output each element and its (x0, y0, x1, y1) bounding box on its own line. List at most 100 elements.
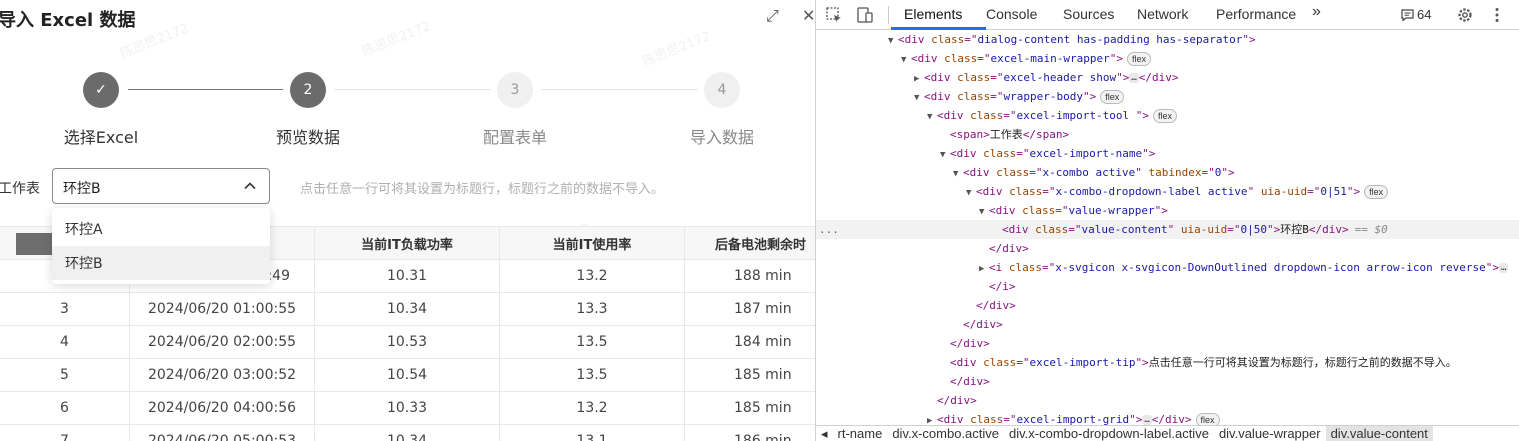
inspect-element-icon[interactable] (825, 6, 843, 24)
table-cell: 3 (0, 293, 130, 325)
table-cell: 184 min (685, 326, 815, 358)
sheet-option-b[interactable]: 环控B (52, 246, 270, 280)
gutter-ellipsis-icon[interactable]: ... (819, 220, 839, 239)
table-cell: 13.2 (500, 392, 685, 424)
step-4-badge: 4 (704, 72, 740, 108)
breadcrumb-item[interactable]: div.x-combo-dropdown-label.active (1004, 426, 1214, 441)
collapsed-children-ellipsis[interactable]: … (1129, 73, 1139, 83)
table-row[interactable]: 7 2024/06/20 05:00:53 10.34 13.1 186 min (0, 425, 815, 441)
dom-token: "> (1142, 147, 1156, 160)
dom-node[interactable]: ▶ <i class="x-svgicon x-svgicon-DownOutli… (816, 258, 1519, 277)
dom-token: "> (1485, 261, 1499, 274)
step-3-badge: 3 (497, 72, 533, 108)
kebab-menu-icon[interactable] (1488, 6, 1506, 24)
dom-node[interactable]: <span>工作表</span> (816, 125, 1519, 144)
dom-token: =" (1068, 223, 1082, 236)
dom-node[interactable]: </div> (816, 315, 1519, 334)
issues-counter[interactable]: 64 (1401, 7, 1431, 22)
dom-token: <div (950, 147, 984, 160)
dom-token: <div (924, 71, 958, 84)
dom-node[interactable]: </i> (816, 277, 1519, 296)
step-2-badge: 2 (290, 72, 326, 108)
gear-icon[interactable] (1456, 6, 1474, 24)
dom-node[interactable]: ▼ <div class="x-combo active" tabindex="0… (816, 163, 1519, 182)
flex-badge[interactable]: flex (1364, 185, 1389, 199)
sheet-select[interactable]: 环控B (52, 168, 270, 204)
dom-node[interactable]: ▼ <div class="wrapper-body"> flex (816, 87, 1519, 106)
breadcrumb-item[interactable]: div.value-content (1325, 426, 1433, 441)
dom-node[interactable]: ▶ <div class="excel-header show">… </div> (816, 68, 1519, 87)
step-2-label: 预览数据 (275, 128, 341, 147)
dom-node[interactable]: ▼ <div class="x-combo-dropdown-label acti… (816, 182, 1519, 201)
close-icon[interactable]: ✕ (802, 6, 815, 25)
dom-token: uia-uid (1180, 223, 1228, 236)
flex-badge[interactable]: flex (1100, 90, 1125, 104)
toolbar-separator (888, 6, 889, 24)
dom-token: class (1008, 261, 1042, 274)
dom-node[interactable]: ▼ <div class="excel-import-name"> (816, 144, 1519, 163)
header-cell: 后备电池剩余时 (685, 227, 815, 259)
more-tabs-button[interactable]: » (1312, 3, 1321, 21)
dom-node[interactable]: </div> (816, 372, 1519, 391)
breadcrumb-item[interactable]: div.value-wrapper (1214, 426, 1326, 441)
dom-node[interactable]: <div class="excel-import-tip">点击任意一行可将其设… (816, 353, 1519, 372)
table-row[interactable]: 3 2024/06/20 01:00:55 10.34 13.3 187 min (0, 293, 815, 326)
tab-performance[interactable]: Performance (1216, 6, 1296, 22)
dom-token: =" (1307, 185, 1321, 198)
dom-token: <i (989, 261, 1009, 274)
message-icon (1401, 8, 1414, 21)
dom-node[interactable]: ▼ <div class="value-wrapper"> (816, 201, 1519, 220)
dom-closing-tag: </div> (1138, 71, 1179, 84)
breadcrumb-item[interactable]: rt-name (833, 426, 888, 441)
tab-console[interactable]: Console (986, 6, 1037, 22)
table-cell: 10.54 (315, 359, 500, 391)
dom-node[interactable]: ▼ <div class="excel-main-wrapper"> flex (816, 49, 1519, 68)
dom-token: uia-uid (1260, 185, 1308, 198)
dom-token: <div (963, 166, 997, 179)
dom-node-selected[interactable]: <div class="value-content" uia-uid="0|50… (816, 220, 1519, 239)
dom-token: =" (1016, 356, 1030, 369)
tab-elements[interactable]: Elements (904, 6, 962, 22)
table-cell: 2024/06/20 01:00:55 (130, 293, 315, 325)
dom-token: 0|51 (1320, 185, 1347, 198)
table-row[interactable]: 6 2024/06/20 04:00:56 10.33 13.2 185 min (0, 392, 815, 425)
header-cell: 当前IT负载功率 (315, 227, 500, 259)
dom-token: " (1247, 185, 1261, 198)
device-toolbar-icon[interactable] (856, 6, 874, 24)
watermark: 陈思思2172 (640, 28, 714, 70)
import-tip: 点击任意一行可将其设置为标题行，标题行之前的数据不导入。 (300, 182, 665, 197)
dom-node[interactable]: ▼ <div class="excel-import-tool "> flex (816, 106, 1519, 125)
dom-token: =" (1003, 109, 1017, 122)
expand-icon[interactable]: ⤢ (766, 6, 779, 26)
table-row[interactable]: 5 2024/06/20 03:00:52 10.54 13.5 185 min (0, 359, 815, 392)
breadcrumb-item[interactable]: div.x-combo.active (887, 426, 1004, 441)
dom-node[interactable]: </div> (816, 296, 1519, 315)
dom-node[interactable]: </div> (816, 239, 1519, 258)
step-4-label: 导入数据 (689, 128, 755, 147)
dialog-title: 导入 Excel 数据 (0, 10, 136, 31)
table-cell: 10.34 (315, 425, 500, 441)
flex-badge[interactable]: flex (1152, 109, 1177, 123)
dom-token: "> (1135, 356, 1149, 369)
collapsed-children-ellipsis[interactable]: … (1142, 415, 1152, 425)
breadcrumb-scroll-left-icon[interactable]: ◂ (816, 426, 833, 441)
dom-token: 工作表 (989, 128, 1023, 141)
dom-token: " (1167, 223, 1181, 236)
table-row[interactable]: 4 2024/06/20 02:00:55 10.53 13.5 184 min (0, 326, 815, 359)
collapsed-children-ellipsis[interactable]: … (1498, 263, 1509, 273)
dom-node[interactable]: ▼ <div class="dialog-content has-padding … (816, 30, 1519, 49)
dom-token: =" (1201, 166, 1215, 179)
table-cell: 10.53 (315, 326, 500, 358)
dom-node[interactable]: </div> (816, 391, 1519, 410)
dom-token: </div> (950, 375, 990, 388)
dom-token: tabindex (1148, 166, 1202, 179)
dom-token: 环控B (1280, 223, 1309, 236)
dom-node[interactable]: </div> (816, 334, 1519, 353)
dom-token: 点击任意一行可将其设置为标题行，标题行之前的数据不导入。 (1148, 356, 1457, 369)
tab-sources[interactable]: Sources (1063, 6, 1114, 22)
dom-token: "> (1266, 223, 1281, 236)
flex-badge[interactable]: flex (1126, 52, 1151, 66)
sheet-option-a[interactable]: 环控A (52, 212, 270, 246)
tab-network[interactable]: Network (1137, 6, 1188, 22)
dom-token: </div> (937, 394, 977, 407)
